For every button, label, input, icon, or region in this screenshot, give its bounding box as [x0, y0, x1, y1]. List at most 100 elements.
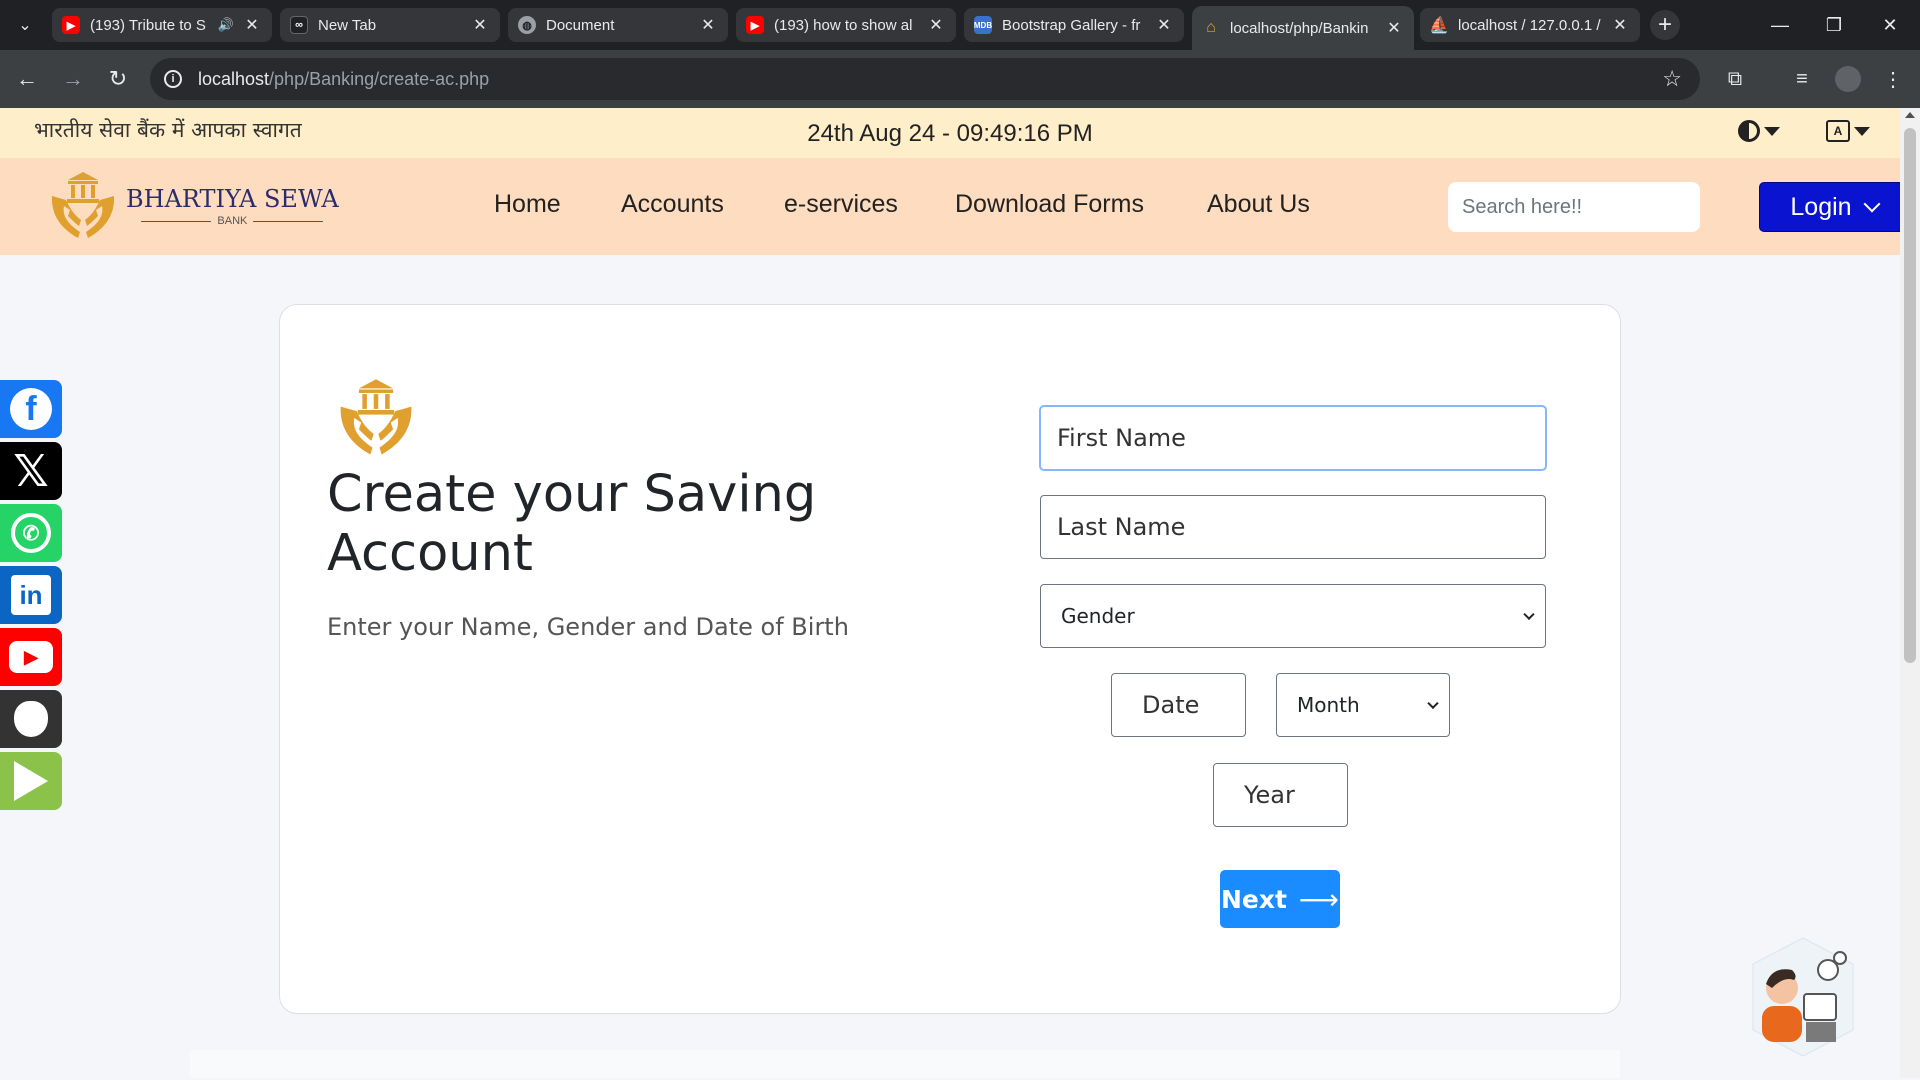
arrow-right-icon: ⟶ [1298, 882, 1340, 916]
login-button[interactable]: Login [1759, 182, 1900, 232]
site-info-icon[interactable]: i [164, 70, 182, 88]
chat-support-widget[interactable] [1748, 936, 1858, 1061]
url-text[interactable]: localhost/php/Banking/create-ac.php [198, 69, 489, 90]
google-play-link[interactable] [0, 752, 62, 810]
next-label: Next [1220, 884, 1287, 914]
google-play-icon [14, 761, 48, 801]
menu-icon[interactable]: ⋮ [1878, 64, 1908, 94]
apple-link[interactable] [0, 690, 62, 748]
tab-title: Document [546, 16, 615, 34]
page-viewport: भारतीय सेवा बैंक में आपका स्वागत 24th Au… [0, 108, 1900, 1078]
infinity-icon: ∞ [290, 16, 308, 34]
new-tab-button[interactable]: + [1650, 10, 1680, 40]
brand-subtitle-row: BANK [135, 215, 329, 227]
first-name-input[interactable] [1040, 406, 1546, 470]
login-label: Login [1790, 192, 1852, 221]
contrast-icon [1738, 120, 1760, 142]
month-select[interactable]: Month [1276, 673, 1450, 737]
scroll-up-icon[interactable] [1905, 112, 1915, 118]
bank-hands-icon [51, 172, 115, 238]
tab-title: New Tab [318, 16, 377, 34]
tab-title: localhost / 127.0.0.1 / [1458, 16, 1601, 34]
close-icon[interactable]: ✕ [926, 15, 946, 35]
close-icon[interactable]: ✕ [1384, 18, 1404, 38]
last-name-input[interactable] [1040, 495, 1546, 559]
browser-tab[interactable]: ▶ (193) Tribute to S 🔊 ✕ [52, 8, 272, 42]
brand-name: BHARTIYA SEWA [126, 185, 339, 213]
close-icon[interactable]: ✕ [1610, 15, 1630, 35]
address-bar[interactable]: i localhost/php/Banking/create-ac.php ☆ [150, 58, 1700, 100]
next-button[interactable]: Next ⟶ [1220, 870, 1340, 928]
theme-toggle[interactable] [1738, 120, 1780, 142]
bank-hands-icon [340, 379, 412, 455]
nav-accounts[interactable]: Accounts [621, 190, 724, 219]
tab-title: Bootstrap Gallery - fr [1002, 16, 1141, 34]
tab-search-button[interactable]: ⌄ [10, 10, 40, 40]
linkedin-icon: in [11, 575, 51, 615]
youtube-icon: ▶ [746, 16, 764, 34]
close-icon[interactable]: ✕ [698, 15, 718, 35]
browser-tab[interactable]: ▶ (193) how to show al ✕ [736, 8, 956, 42]
nav-download-forms[interactable]: Download Forms [955, 190, 1144, 219]
gender-selected: Gender [1061, 604, 1135, 628]
footer-edge [190, 1050, 1620, 1078]
phpmyadmin-icon: ⛵ [1429, 17, 1449, 34]
whatsapp-link[interactable]: ✆ [0, 504, 62, 562]
bookmark-star-icon[interactable]: ☆ [1662, 66, 1682, 92]
tab-title: localhost/php/Bankin [1230, 19, 1369, 37]
restore-button[interactable]: ❐ [1814, 10, 1854, 40]
nav-e-services[interactable]: e-services [784, 190, 898, 219]
speaker-icon[interactable]: 🔊 [218, 17, 234, 33]
close-window-button[interactable]: ✕ [1870, 10, 1910, 40]
search-input[interactable] [1448, 182, 1700, 232]
youtube-link[interactable]: ▶ [0, 628, 62, 686]
browser-tab-active[interactable]: ⌂ localhost/php/Bankin ✕ [1192, 6, 1414, 50]
year-input[interactable] [1213, 763, 1348, 827]
facebook-link[interactable]: f [0, 380, 62, 438]
create-account-card: Create your Saving Account Enter your Na… [279, 304, 1621, 1014]
close-icon[interactable]: ✕ [242, 15, 262, 35]
close-icon[interactable]: ✕ [1154, 15, 1174, 35]
reload-icon[interactable]: ↻ [103, 64, 133, 94]
nav-about-us[interactable]: About Us [1207, 190, 1310, 219]
browser-tab[interactable]: ∞ New Tab ✕ [280, 8, 500, 42]
page-subtitle: Enter your Name, Gender and Date of Birt… [327, 613, 849, 641]
caret-down-icon [1854, 126, 1870, 136]
gender-select[interactable]: Gender [1040, 584, 1546, 648]
welcome-bar: भारतीय सेवा बैंक में आपका स्वागत 24th Au… [0, 108, 1900, 158]
media-control-icon[interactable]: ≡ [1787, 64, 1817, 94]
facebook-icon: f [10, 388, 52, 430]
x-link[interactable]: 𝕏 [0, 442, 62, 500]
page-scrollbar[interactable] [1900, 108, 1920, 1078]
back-icon[interactable]: ← [12, 64, 42, 94]
forward-icon[interactable]: → [58, 64, 88, 94]
profile-avatar[interactable] [1835, 66, 1861, 92]
chevron-down-icon [1523, 608, 1535, 621]
browser-tab[interactable]: ⛵ localhost / 127.0.0.1 / ✕ [1420, 8, 1640, 42]
chevron-down-icon [1863, 195, 1881, 213]
main-navbar: BHARTIYA SEWA BANK Home Accounts e-servi… [0, 158, 1900, 255]
month-selected: Month [1297, 693, 1360, 717]
close-icon[interactable]: ✕ [470, 15, 490, 35]
date-input[interactable] [1111, 673, 1246, 737]
scrollbar-thumb[interactable] [1904, 128, 1916, 663]
browser-toolbar: ← → ↻ i localhost/php/Banking/create-ac.… [0, 50, 1920, 108]
extensions-icon[interactable]: ⧉ [1720, 64, 1750, 94]
browser-tab[interactable]: MDB Bootstrap Gallery - fr ✕ [964, 8, 1184, 42]
browser-tabstrip: ⌄ ▶ (193) Tribute to S 🔊 ✕ ∞ New Tab ✕ ◍… [0, 0, 1920, 50]
minimize-button[interactable]: — [1760, 10, 1800, 40]
youtube-icon: ▶ [9, 641, 53, 673]
bank-icon: ⌂ [1206, 19, 1216, 36]
support-agent-icon [1752, 937, 1854, 1057]
nav-home[interactable]: Home [494, 190, 561, 219]
brand-sub: BANK [217, 215, 248, 227]
current-datetime: 24th Aug 24 - 09:49:16 PM [807, 120, 1093, 147]
brand-logo[interactable]: BHARTIYA SEWA BANK [48, 170, 339, 242]
browser-tab[interactable]: ◍ Document ✕ [508, 8, 728, 42]
page-title: Create your Saving Account [327, 465, 817, 583]
linkedin-link[interactable]: in [0, 566, 62, 624]
tab-title: (193) how to show al [774, 16, 913, 34]
language-toggle[interactable]: A [1826, 120, 1870, 142]
mdb-icon: MDB [974, 16, 992, 34]
apple-icon [14, 701, 48, 737]
